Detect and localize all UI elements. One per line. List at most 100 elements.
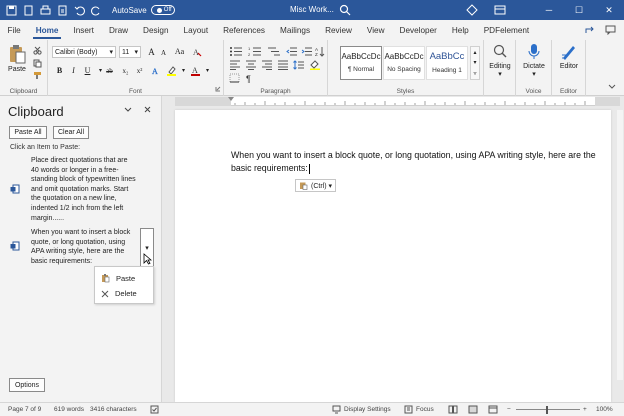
font-color-icon[interactable]: A: [190, 65, 201, 76]
zoom-slider-thumb[interactable]: [546, 406, 548, 414]
more-icon[interactable]: ▿: [473, 70, 476, 77]
document-icon[interactable]: [23, 5, 34, 16]
tab-file[interactable]: File: [0, 20, 28, 40]
chevron-down-icon[interactable]: ▾: [178, 65, 189, 76]
ribbon-display-icon[interactable]: [494, 4, 506, 18]
style-no-spacing[interactable]: AaBbCcDc No Spacing: [383, 46, 425, 80]
borders-icon[interactable]: [229, 73, 240, 85]
search-icon[interactable]: [338, 3, 352, 17]
tab-review[interactable]: Review: [318, 20, 360, 40]
focus-label[interactable]: Focus: [416, 406, 434, 413]
document-body[interactable]: When you want to insert a block quote, o…: [231, 149, 601, 175]
share-icon[interactable]: [584, 24, 595, 37]
style-normal[interactable]: AaBbCcDc ¶ Normal: [340, 46, 382, 80]
tab-pdfelement[interactable]: PDFelement: [476, 20, 537, 40]
display-settings-icon[interactable]: [332, 405, 341, 416]
chevron-down-icon[interactable]: [608, 83, 616, 92]
zoom-out-button[interactable]: −: [507, 406, 511, 413]
close-icon[interactable]: [144, 105, 151, 116]
zoom-level[interactable]: 100%: [596, 406, 613, 413]
line-spacing-icon[interactable]: [293, 60, 305, 72]
character-count[interactable]: 3416 characters: [90, 406, 137, 413]
print-icon[interactable]: [40, 5, 51, 16]
clear-formatting-icon[interactable]: A: [191, 46, 202, 57]
read-mode-icon[interactable]: [448, 405, 458, 416]
web-layout-icon[interactable]: [488, 405, 498, 416]
increase-indent-icon[interactable]: [301, 46, 312, 59]
tab-design[interactable]: Design: [136, 20, 177, 40]
shrink-font-button[interactable]: A: [158, 47, 169, 58]
editor-button[interactable]: Editor: [554, 43, 584, 70]
chevron-up-icon[interactable]: ▴: [473, 49, 476, 56]
ruler[interactable]: [175, 97, 620, 106]
clear-all-button[interactable]: Clear All: [53, 126, 89, 139]
paste-button[interactable]: Paste: [5, 43, 29, 77]
bullets-icon[interactable]: [229, 46, 243, 59]
format-painter-icon[interactable]: [33, 71, 42, 82]
font-name-combo[interactable]: Calibri (Body) ▾: [52, 46, 116, 58]
style-heading-1[interactable]: AaBbCc Heading 1: [426, 46, 468, 80]
redo-icon[interactable]: [91, 5, 102, 16]
show-marks-icon[interactable]: ¶: [245, 73, 255, 85]
proofing-icon[interactable]: [150, 405, 159, 416]
autosave-toggle[interactable]: Off: [150, 5, 175, 15]
align-right-icon[interactable]: [261, 60, 273, 72]
styles-scroll[interactable]: ▴ ▾ ▿: [470, 46, 480, 80]
zoom-in-button[interactable]: +: [583, 406, 587, 413]
print-layout-icon[interactable]: [468, 405, 478, 416]
paste-options-button[interactable]: (Ctrl) ▾: [295, 179, 337, 192]
vertical-scrollbar[interactable]: [617, 110, 623, 380]
justify-icon[interactable]: [277, 60, 289, 72]
pane-options-chevron[interactable]: [124, 105, 132, 116]
focus-icon[interactable]: [404, 405, 413, 416]
tab-help[interactable]: Help: [444, 20, 476, 40]
subscript-button[interactable]: x₂: [120, 65, 131, 76]
pdf-icon[interactable]: [57, 5, 68, 16]
align-center-icon[interactable]: [245, 60, 257, 72]
tab-insert[interactable]: Insert: [66, 20, 101, 40]
strikethrough-button[interactable]: ab: [104, 65, 115, 76]
numbering-icon[interactable]: 12: [248, 46, 262, 59]
dialog-launcher-icon[interactable]: [215, 85, 221, 94]
multilevel-list-icon[interactable]: [267, 46, 281, 59]
document-text[interactable]: When you want to insert a block quote, o…: [231, 150, 596, 173]
tab-references[interactable]: References: [216, 20, 273, 40]
context-paste-item[interactable]: Paste: [101, 273, 135, 283]
editing-button[interactable]: Editing ▾: [485, 43, 515, 78]
cut-icon[interactable]: [33, 46, 42, 57]
change-case-button[interactable]: Aa: [172, 46, 187, 57]
tab-draw[interactable]: Draw: [101, 20, 135, 40]
close-button[interactable]: ✕: [594, 0, 624, 20]
underline-button[interactable]: U: [82, 65, 93, 76]
dictate-button[interactable]: Dictate ▾: [519, 43, 549, 78]
document-page[interactable]: When you want to insert a block quote, o…: [175, 110, 611, 402]
chevron-down-icon[interactable]: ▾: [473, 59, 476, 66]
clipboard-item[interactable]: Place direct quotations that are 40 word…: [31, 156, 137, 223]
display-settings-label[interactable]: Display Settings: [344, 406, 391, 413]
copy-icon[interactable]: [33, 59, 42, 70]
options-button[interactable]: Options: [9, 378, 45, 392]
align-left-icon[interactable]: [229, 60, 241, 72]
italic-button[interactable]: I: [68, 65, 79, 76]
tab-view[interactable]: View: [359, 20, 392, 40]
page-indicator[interactable]: Page 7 of 9: [8, 406, 41, 413]
context-delete-item[interactable]: Delete: [101, 289, 137, 298]
sort-icon[interactable]: AZ: [315, 46, 325, 59]
paste-all-button[interactable]: Paste All: [9, 126, 47, 139]
font-size-combo[interactable]: 11 ▾: [119, 46, 141, 58]
grow-font-button[interactable]: A: [146, 46, 157, 57]
diamond-icon[interactable]: [466, 4, 478, 18]
maximize-button[interactable]: ☐: [564, 0, 594, 20]
decrease-indent-icon[interactable]: [286, 46, 297, 59]
zoom-slider[interactable]: [516, 409, 580, 410]
chevron-down-icon[interactable]: ▾: [202, 65, 213, 76]
tab-developer[interactable]: Developer: [392, 20, 444, 40]
bold-button[interactable]: B: [54, 65, 65, 76]
superscript-button[interactable]: x²: [134, 65, 145, 76]
clipboard-item[interactable]: When you want to insert a block quote, o…: [31, 228, 135, 266]
comments-icon[interactable]: [605, 24, 616, 37]
save-icon[interactable]: [6, 5, 17, 16]
highlight-icon[interactable]: [166, 65, 177, 76]
minimize-button[interactable]: ─: [534, 0, 564, 20]
text-effects-icon[interactable]: A: [150, 65, 161, 76]
